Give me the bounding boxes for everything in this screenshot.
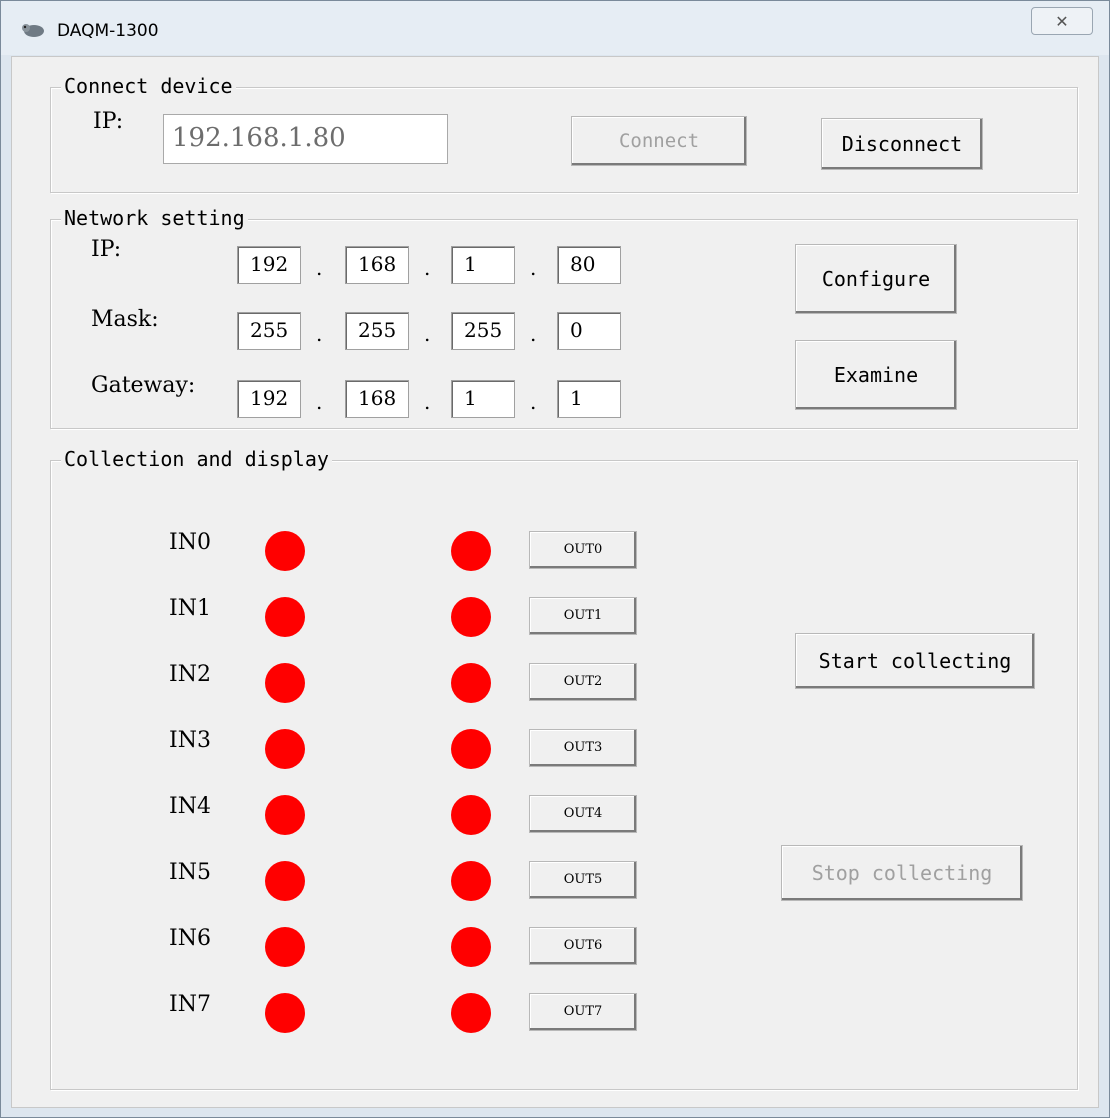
input-indicator-in6: [265, 927, 305, 967]
input-indicator-in2: [265, 663, 305, 703]
ip-separator: .: [530, 256, 537, 280]
output-button-out0[interactable]: OUT0: [529, 531, 637, 569]
input-label-in2: IN2: [169, 662, 211, 687]
app-window: DAQM-1300 ✕ Connect device IP: 192.168.1…: [0, 0, 1110, 1118]
output-indicator-out4: [451, 795, 491, 835]
collection-display-group: Collection and display IN0 OUT0 IN1 OUT1…: [50, 447, 1078, 1090]
input-label-in1: IN1: [169, 596, 211, 621]
connect-ip-label: IP:: [93, 109, 124, 134]
ip-octet-1[interactable]: 192: [237, 246, 301, 284]
close-icon: ✕: [1055, 12, 1069, 31]
gateway-octet-3[interactable]: 1: [451, 380, 515, 418]
ip-separator: .: [316, 256, 323, 280]
title-bar: DAQM-1300: [1, 1, 1109, 55]
connect-ip-field[interactable]: 192.168.1.80: [163, 114, 448, 164]
ip-octet-4[interactable]: 80: [557, 246, 621, 284]
gateway-octet-1[interactable]: 192: [237, 380, 301, 418]
output-button-out2[interactable]: OUT2: [529, 663, 637, 701]
input-indicator-in5: [265, 861, 305, 901]
ip-octet-3[interactable]: 1: [451, 246, 515, 284]
mask-octet-4[interactable]: 0: [557, 312, 621, 350]
input-label-in3: IN3: [169, 728, 211, 753]
gateway-separator: .: [424, 390, 431, 414]
connect-device-group: Connect device IP: 192.168.1.80 Connect …: [50, 74, 1078, 193]
mask-separator: .: [316, 322, 323, 346]
network-setting-group: Network setting IP: 192 . 168 . 1 . 80 M…: [50, 206, 1078, 429]
collection-display-title: Collection and display: [61, 447, 332, 471]
output-indicator-out5: [451, 861, 491, 901]
input-label-in6: IN6: [169, 926, 211, 951]
start-collecting-button[interactable]: Start collecting: [795, 633, 1035, 689]
close-button[interactable]: ✕: [1031, 7, 1093, 35]
connect-button[interactable]: Connect: [571, 116, 747, 166]
output-button-out1[interactable]: OUT1: [529, 597, 637, 635]
mask-octet-3[interactable]: 255: [451, 312, 515, 350]
ip-separator: .: [424, 256, 431, 280]
input-label-in0: IN0: [169, 530, 211, 555]
output-indicator-out7: [451, 993, 491, 1033]
output-button-out5[interactable]: OUT5: [529, 861, 637, 899]
output-indicator-out1: [451, 597, 491, 637]
app-icon: [22, 24, 44, 37]
input-label-in7: IN7: [169, 992, 211, 1017]
output-indicator-out3: [451, 729, 491, 769]
output-button-out7[interactable]: OUT7: [529, 993, 637, 1031]
mask-separator: .: [530, 322, 537, 346]
input-indicator-in0: [265, 531, 305, 571]
configure-button[interactable]: Configure: [795, 244, 957, 314]
output-button-out6[interactable]: OUT6: [529, 927, 637, 965]
mask-label: Mask:: [91, 307, 159, 332]
input-label-in5: IN5: [169, 860, 211, 885]
network-ip-label: IP:: [91, 237, 122, 262]
gateway-octet-4[interactable]: 1: [557, 380, 621, 418]
stop-collecting-button[interactable]: Stop collecting: [781, 845, 1023, 901]
dialog-body: Connect device IP: 192.168.1.80 Connect …: [11, 56, 1099, 1108]
ip-octet-2[interactable]: 168: [345, 246, 409, 284]
input-indicator-in7: [265, 993, 305, 1033]
mask-octet-1[interactable]: 255: [237, 312, 301, 350]
mask-separator: .: [424, 322, 431, 346]
examine-button[interactable]: Examine: [795, 340, 957, 410]
gateway-label: Gateway:: [91, 373, 196, 398]
gateway-octet-2[interactable]: 168: [345, 380, 409, 418]
output-indicator-out6: [451, 927, 491, 967]
input-indicator-in3: [265, 729, 305, 769]
disconnect-button[interactable]: Disconnect: [821, 118, 983, 170]
output-indicator-out2: [451, 663, 491, 703]
output-indicator-out0: [451, 531, 491, 571]
output-button-out4[interactable]: OUT4: [529, 795, 637, 833]
mask-octet-2[interactable]: 255: [345, 312, 409, 350]
gateway-separator: .: [316, 390, 323, 414]
connect-device-title: Connect device: [61, 74, 236, 98]
output-button-out3[interactable]: OUT3: [529, 729, 637, 767]
input-indicator-in4: [265, 795, 305, 835]
window-title: DAQM-1300: [57, 21, 159, 41]
gateway-separator: .: [530, 390, 537, 414]
input-label-in4: IN4: [169, 794, 211, 819]
network-setting-title: Network setting: [61, 206, 248, 230]
input-indicator-in1: [265, 597, 305, 637]
